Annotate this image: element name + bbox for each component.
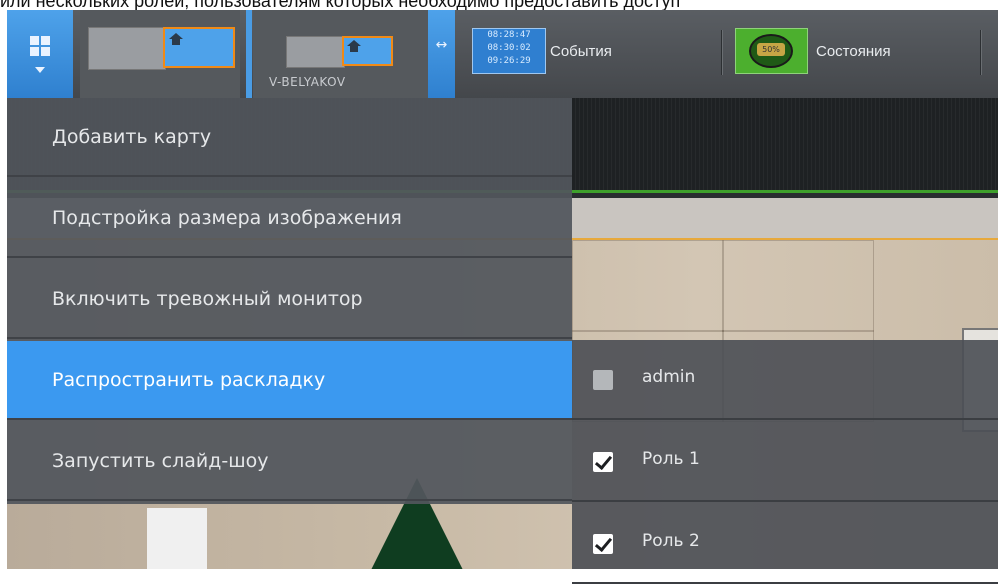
workspace-name: V-BELYAKOV (269, 75, 346, 89)
thumbnail-cell-active (342, 36, 393, 66)
layout-thumbnail[interactable] (80, 10, 240, 98)
chevron-down-icon (35, 67, 45, 73)
layouts-grid-icon (30, 36, 50, 56)
home-icon (169, 33, 183, 45)
panel-resize-handle[interactable]: ↔ (428, 10, 455, 98)
video-poster (147, 508, 207, 569)
events-icon[interactable]: 08:28:47 08:30:02 09:26:29 (472, 28, 546, 74)
role-checkbox[interactable] (593, 534, 613, 554)
thumbnail-cell-active (163, 27, 235, 68)
menu-item-share-layout[interactable]: Распространить раскладку (7, 341, 572, 420)
layouts-menu-button[interactable] (7, 10, 73, 98)
states-percent: 50% (757, 43, 785, 56)
menu-item-fit-image[interactable]: Подстройка размера изображения (7, 179, 572, 258)
role-item-role-2[interactable]: Роль 2 (572, 504, 998, 584)
role-item-role-1[interactable]: Роль 1 (572, 422, 998, 502)
role-checkbox[interactable] (593, 370, 613, 390)
workspace-thumbnail[interactable]: V-BELYAKOV (253, 10, 428, 98)
role-label: admin (642, 367, 696, 387)
event-time: 08:30:02 (487, 43, 531, 53)
role-checkbox[interactable] (593, 452, 613, 472)
role-label: Роль 2 (642, 531, 700, 551)
states-label[interactable]: Состояния (816, 43, 891, 60)
thumbnail-cell (286, 36, 345, 68)
role-label: Роль 1 (642, 449, 700, 469)
thumbnail-cell (88, 27, 166, 70)
menu-item-add-map[interactable]: Добавить карту (7, 98, 572, 177)
event-time: 08:28:47 (487, 30, 531, 40)
home-icon (347, 40, 361, 52)
menu-item-alarm-monitor[interactable]: Включить тревожный монитор (7, 260, 572, 339)
toolbar-separator (721, 30, 723, 75)
states-icon[interactable]: 50% (735, 28, 808, 74)
events-label[interactable]: События (550, 43, 612, 60)
layout-context-menu: Добавить карту Подстройка размера изобра… (7, 98, 572, 504)
menu-item-slideshow[interactable]: Запустить слайд-шоу (7, 422, 572, 501)
roles-submenu: admin Роль 1 Роль 2 (572, 340, 998, 584)
toolbar-divider (246, 10, 252, 98)
resize-arrows-icon: ↔ (435, 37, 448, 53)
role-item-admin[interactable]: admin (572, 340, 998, 420)
toolbar-separator (980, 30, 982, 75)
event-time: 09:26:29 (487, 56, 531, 66)
